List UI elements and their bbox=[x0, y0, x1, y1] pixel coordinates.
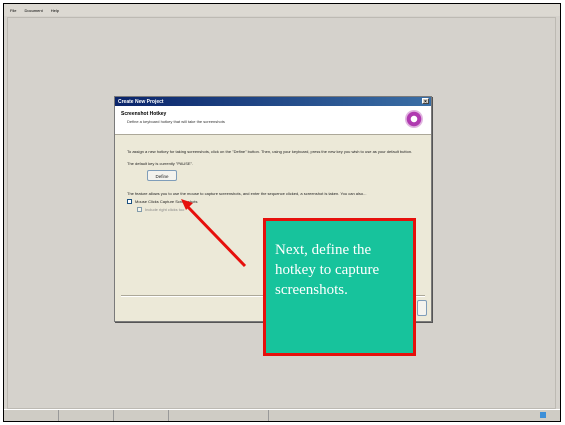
callout-text: Next, define the hotkey to capture scree… bbox=[275, 242, 380, 298]
tutorial-callout: Next, define the hotkey to capture scree… bbox=[263, 218, 416, 356]
callout-arrow bbox=[181, 199, 247, 268]
arrow-shaft bbox=[185, 204, 247, 268]
